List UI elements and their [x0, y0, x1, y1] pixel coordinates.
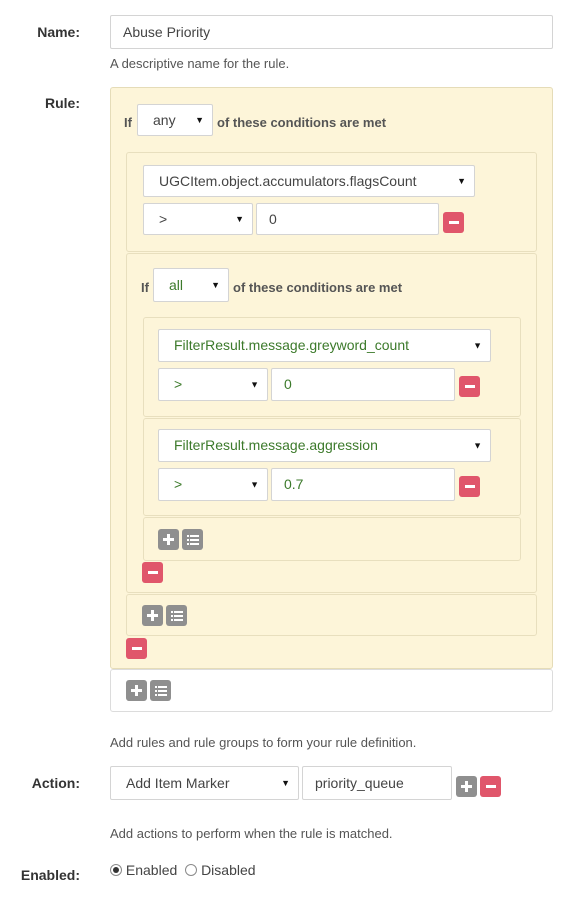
plus-icon	[163, 534, 174, 545]
group-if-text: If	[141, 280, 149, 295]
name-label: Name:	[37, 24, 80, 40]
condition-field-value: UGCItem.object.accumulators.flagsCount	[159, 173, 417, 189]
action-label: Action:	[31, 775, 80, 791]
remove-condition-button[interactable]	[459, 376, 480, 397]
action-type-value: Add Item Marker	[126, 775, 230, 791]
condition-comparator-value: >	[174, 476, 183, 492]
add-rule-button[interactable]	[126, 680, 147, 701]
caret-down-icon: ▼	[211, 280, 220, 290]
add-group-button[interactable]	[182, 529, 203, 550]
caret-down-icon: ▼	[250, 479, 259, 489]
root-if-text: If	[124, 115, 132, 130]
root-operator-select[interactable]: any ▼	[137, 104, 213, 136]
rule-label: Rule:	[45, 95, 80, 111]
remove-group-button[interactable]	[142, 562, 163, 583]
add-group-button[interactable]	[150, 680, 171, 701]
caret-down-icon: ▼	[281, 778, 290, 788]
minus-icon	[464, 385, 475, 388]
outer-add-bar	[110, 669, 553, 712]
enabled-option-label: Enabled	[125, 862, 178, 878]
condition-field-select[interactable]: FilterResult.message.aggression ▼	[158, 429, 491, 462]
condition-comparator-select[interactable]: > ▼	[143, 203, 253, 235]
root-add-bar	[126, 594, 537, 636]
rule-help-text: Add rules and rule groups to form your r…	[110, 735, 417, 750]
plus-icon	[131, 685, 142, 696]
group-operator-select[interactable]: all ▼	[153, 268, 229, 302]
minus-icon	[485, 785, 496, 788]
caret-down-icon: ▼	[473, 340, 482, 350]
group-operator-value: all	[169, 277, 184, 293]
enabled-label: Enabled:	[20, 867, 80, 883]
list-icon	[170, 611, 183, 621]
caret-down-icon: ▼	[457, 176, 466, 186]
condition-field-select[interactable]: FilterResult.message.greyword_count ▼	[158, 329, 491, 362]
remove-root-group-button[interactable]	[126, 638, 147, 659]
enabled-radio[interactable]	[110, 864, 122, 876]
disabled-option-label: Disabled	[201, 862, 256, 878]
group-suffix-text: of these conditions are met	[233, 280, 403, 295]
condition-field-select[interactable]: UGCItem.object.accumulators.flagsCount ▼	[143, 165, 475, 197]
minus-icon	[131, 647, 142, 650]
condition-value-input[interactable]: 0	[256, 203, 439, 235]
condition-value-input[interactable]: 0	[271, 368, 455, 401]
condition-comparator-select[interactable]: > ▼	[158, 468, 268, 501]
enabled-radio-group: Enabled Disabled	[110, 862, 256, 878]
condition-comparator-value: >	[174, 376, 183, 392]
disabled-radio[interactable]	[185, 864, 198, 876]
remove-condition-button[interactable]	[443, 212, 464, 233]
plus-icon	[461, 781, 472, 792]
remove-action-button[interactable]	[480, 776, 501, 797]
caret-down-icon: ▼	[195, 115, 204, 125]
plus-icon	[147, 610, 158, 621]
caret-down-icon: ▼	[235, 214, 244, 224]
caret-down-icon: ▼	[250, 379, 259, 389]
name-help-text: A descriptive name for the rule.	[110, 56, 290, 71]
add-action-button[interactable]	[456, 776, 477, 797]
add-rule-button[interactable]	[142, 605, 163, 626]
action-type-select[interactable]: Add Item Marker ▼	[110, 766, 299, 800]
action-value-input[interactable]: priority_queue	[302, 766, 452, 800]
minus-icon	[147, 571, 158, 574]
add-rule-button[interactable]	[158, 529, 179, 550]
remove-condition-button[interactable]	[459, 476, 480, 497]
condition-field-value: FilterResult.message.aggression	[174, 437, 378, 453]
list-icon	[154, 686, 167, 696]
name-input[interactable]: Abuse Priority	[110, 15, 553, 49]
add-group-button[interactable]	[166, 605, 187, 626]
condition-comparator-select[interactable]: > ▼	[158, 368, 268, 401]
root-operator-value: any	[153, 112, 176, 128]
list-icon	[186, 535, 199, 545]
condition-field-value: FilterResult.message.greyword_count	[174, 337, 409, 353]
minus-icon	[464, 485, 475, 488]
condition-value-input[interactable]: 0.7	[271, 468, 455, 501]
action-help-text: Add actions to perform when the rule is …	[110, 826, 393, 841]
caret-down-icon: ▼	[473, 440, 482, 450]
condition-comparator-value: >	[159, 211, 168, 227]
root-suffix-text: of these conditions are met	[217, 115, 387, 130]
minus-icon	[448, 221, 459, 224]
